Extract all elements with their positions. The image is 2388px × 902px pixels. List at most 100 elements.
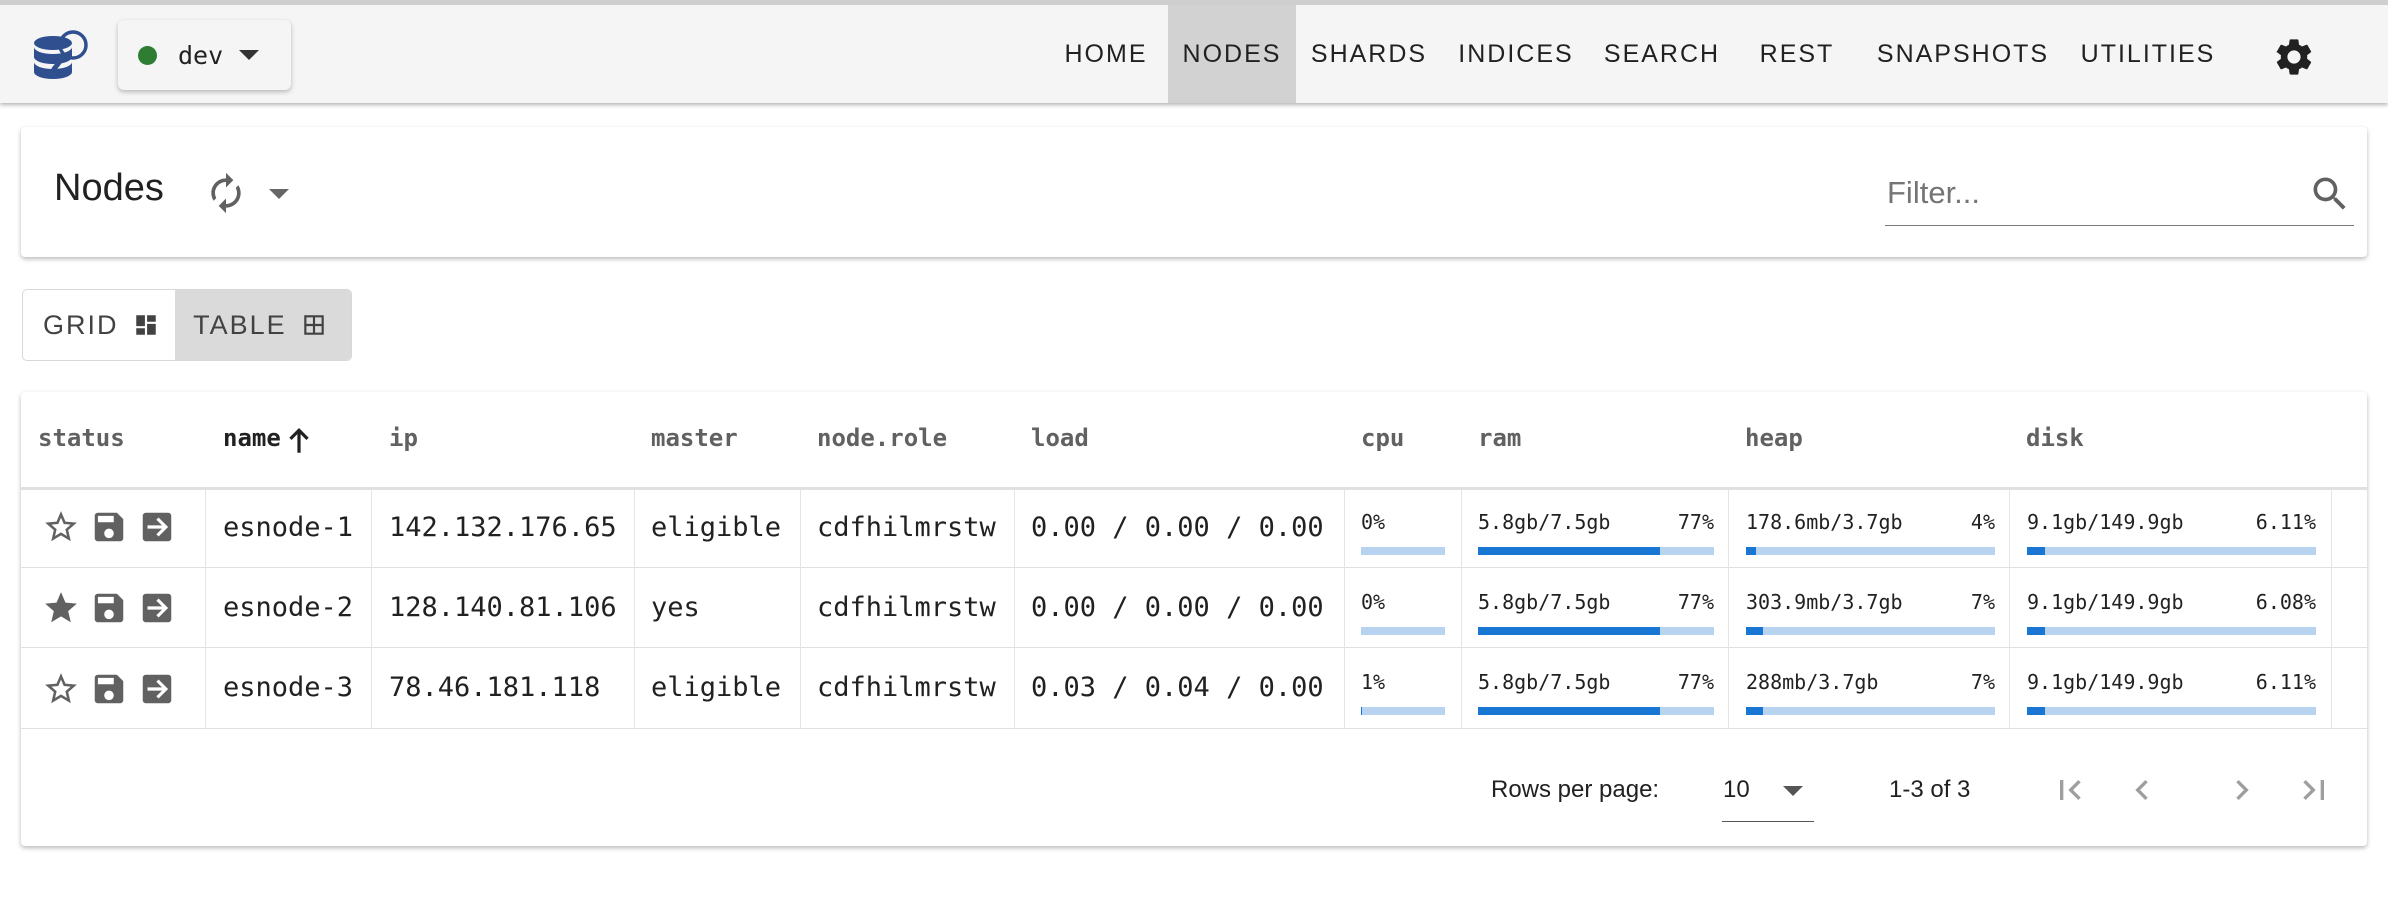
nav-snapshots[interactable]: SNAPSHOTS [1872,5,2054,103]
filter-field[interactable] [1885,163,2354,226]
column-header-ram[interactable]: ram [1478,424,1521,452]
ram-usage: 5.8gb/7.5gb [1478,670,1611,694]
arrow-right-box-icon[interactable] [138,670,176,708]
save-icon[interactable] [90,508,128,546]
column-header-master[interactable]: master [651,424,738,452]
top-app-bar: dev HOME NODES SHARDS INDICES SEARCH RES… [0,0,2388,103]
page-title: Nodes [54,167,164,209]
nav-nodes-label: NODES [1182,39,1282,68]
nav-search-label: SEARCH [1603,39,1721,68]
table-view-button[interactable]: TABLE [175,290,351,360]
column-separator [205,490,206,728]
column-header-disk[interactable]: disk [2026,424,2084,452]
nav-shards[interactable]: SHARDS [1304,5,1434,103]
grid-view-button[interactable]: GRID [23,290,175,360]
column-header-ip[interactable]: ip [389,424,418,452]
dashboard-icon [135,315,156,335]
nav-nodes[interactable]: NODES [1168,5,1296,103]
disk-meter: 9.1gb/149.9gb 6.11% [2027,510,2316,556]
nav-utilities[interactable]: UTILITIES [2076,5,2220,103]
table-icon [303,315,324,335]
arrow-right-box-icon[interactable] [138,589,176,627]
cpu-meter: 1% [1361,670,1445,716]
previous-page-icon[interactable] [2122,770,2162,810]
column-separator [634,490,635,728]
column-separator [371,490,372,728]
refresh-icon[interactable] [202,171,250,215]
cpu-meter: 0% [1361,510,1445,556]
refresh-interval-dropdown-icon[interactable] [269,189,289,199]
heap-fill [1746,707,1764,715]
node-name[interactable]: esnode-2 [223,592,353,623]
next-page-icon[interactable] [2222,770,2262,810]
column-separator [2331,490,2332,728]
cpu-fill [1361,707,1362,715]
heap-meter: 288mb/3.7gb 7% [1746,670,1995,716]
column-header-heap[interactable]: heap [1745,424,1803,452]
nav-shards-label: SHARDS [1310,39,1428,68]
gear-icon[interactable] [2272,35,2316,79]
column-header-status[interactable]: status [38,424,125,452]
nav-search[interactable]: SEARCH [1597,5,1727,103]
star-filled-icon[interactable] [42,589,80,627]
disk-fill [2027,627,2045,635]
heap-fill [1746,547,1756,555]
disk-usage: 9.1gb/149.9gb [2027,670,2184,694]
cluster-name: dev [178,40,224,70]
disk-percent: 6.11% [2255,510,2316,534]
disk-usage: 9.1gb/149.9gb [2027,510,2184,534]
node-ip: 142.132.176.65 [389,512,617,543]
cpu-percent: 0% [1361,590,1386,614]
nav-rest[interactable]: REST [1747,5,1847,103]
heap-usage: 288mb/3.7gb [1746,670,1879,694]
rows-per-page-label: Rows per page: [1491,776,1660,803]
arrow-up-icon[interactable] [286,426,312,456]
filter-input[interactable] [1887,171,2267,215]
heap-meter: 303.9mb/3.7gb 7% [1746,590,1995,636]
column-header-cpu[interactable]: cpu [1361,424,1404,452]
column-header-name[interactable]: name [223,424,281,452]
nav-indices[interactable]: INDICES [1450,5,1582,103]
disk-meter: 9.1gb/149.9gb 6.11% [2027,670,2316,716]
row-divider [21,647,2367,648]
column-header-node-role[interactable]: node.role [817,424,947,452]
disk-percent: 6.08% [2255,590,2316,614]
node-name[interactable]: esnode-1 [223,512,353,543]
heap-usage: 178.6mb/3.7gb [1746,510,1903,534]
cluster-selector[interactable]: dev [118,20,291,90]
chevron-down-icon [1783,786,1803,796]
table-footer-divider [21,728,2367,729]
search-icon[interactable] [2308,172,2352,216]
node-role: cdfhilmrstw [817,592,996,623]
heap-track [1746,707,1995,715]
last-page-icon[interactable] [2294,770,2334,810]
ram-track [1478,627,1714,635]
star-outline-icon[interactable] [42,670,80,708]
ram-fill [1478,707,1660,715]
database-search-logo[interactable] [30,25,94,89]
disk-usage: 9.1gb/149.9gb [2027,590,2184,614]
node-role: cdfhilmrstw [817,512,996,543]
cpu-meter: 0% [1361,590,1445,636]
nav-indices-label: INDICES [1458,39,1574,68]
ram-track [1478,707,1714,715]
node-ip: 128.140.81.106 [389,592,617,623]
save-icon[interactable] [90,670,128,708]
ram-percent: 77% [1677,670,1714,694]
nav-utilities-label: UTILITIES [2080,39,2216,68]
cpu-percent: 1% [1361,670,1386,694]
first-page-icon[interactable] [2050,770,2090,810]
column-separator [2009,490,2010,728]
rows-per-page-select[interactable]: 10 [1722,764,1814,822]
star-outline-icon[interactable] [42,508,80,546]
node-name[interactable]: esnode-3 [223,672,353,703]
heap-percent: 7% [1970,590,1995,614]
node-master: eligible [651,512,782,543]
save-icon[interactable] [90,589,128,627]
heap-track [1746,627,1995,635]
column-header-load[interactable]: load [1031,424,1089,452]
chevron-down-icon [239,50,260,60]
arrow-right-box-icon[interactable] [138,508,176,546]
column-separator [1014,490,1015,728]
nav-home[interactable]: HOME [1048,5,1164,103]
